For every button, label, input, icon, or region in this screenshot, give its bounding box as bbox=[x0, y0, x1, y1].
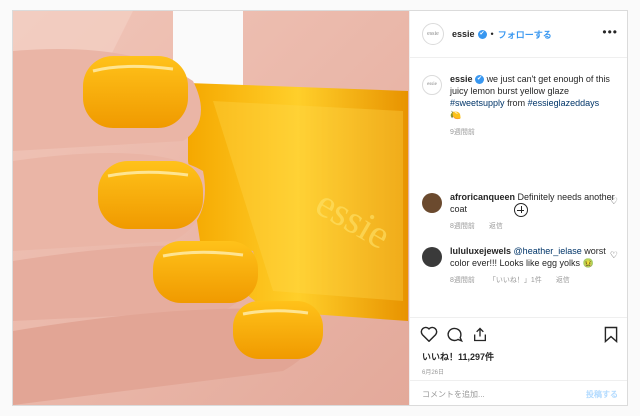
caption-time[interactable]: 9週間前 bbox=[450, 129, 475, 136]
add-comment-bar: コメントを追加... 投稿する bbox=[410, 380, 627, 405]
comment-bubble-icon[interactable] bbox=[446, 326, 463, 343]
commenter-avatar[interactable] bbox=[422, 247, 442, 267]
caption-avatar[interactable]: essie bbox=[422, 75, 442, 95]
share-icon[interactable] bbox=[472, 326, 488, 343]
lemon-emoji: 🍋 bbox=[450, 110, 462, 120]
post-actions: いいね！11,297件 6月26日 コメントを追加... 投稿する bbox=[410, 317, 627, 405]
sick-emoji: 🤢 bbox=[582, 258, 594, 268]
like-heart-icon[interactable] bbox=[420, 326, 438, 342]
comment-time[interactable]: 8週間前 bbox=[450, 223, 475, 230]
like-comment-heart-icon[interactable]: ♡ bbox=[610, 249, 618, 261]
nail-polish-photo: essie bbox=[13, 11, 409, 405]
profile-username[interactable]: essie bbox=[452, 29, 475, 39]
commenter-avatar[interactable] bbox=[422, 193, 442, 213]
avatar-logo-text: essie bbox=[427, 31, 439, 37]
separator-dot: • bbox=[490, 29, 494, 39]
post-sidebar: essie essie ✔ • フォローする ••• essie essie ✔… bbox=[409, 11, 627, 405]
post-comment-button[interactable]: 投稿する bbox=[586, 389, 618, 400]
comment-item: lululuxejewels @heather_ielase worst col… bbox=[422, 245, 622, 287]
comment-item: afroricanqueen Definitely needs another … bbox=[422, 191, 622, 233]
caption: essie essie ✔ we just can't get enough o… bbox=[422, 73, 622, 139]
reply-button[interactable]: 返信 bbox=[556, 277, 570, 284]
follow-button[interactable]: フォローする bbox=[498, 28, 552, 41]
instagram-post-card: essie essie essie ✔ • フォローする ••• essie e… bbox=[12, 10, 628, 406]
likes-count[interactable]: いいね！11,297件 bbox=[422, 350, 494, 363]
reply-button[interactable]: 返信 bbox=[489, 223, 503, 230]
verified-badge-icon: ✔ bbox=[477, 29, 487, 39]
caption-avatar-text: essie bbox=[427, 82, 437, 87]
caption-from: from bbox=[507, 98, 526, 108]
caption-username[interactable]: essie bbox=[450, 74, 473, 84]
bookmark-icon[interactable] bbox=[604, 326, 618, 343]
comment-username[interactable]: afroricanqueen bbox=[450, 192, 515, 202]
comment-likes[interactable]: 「いいね！」1件 bbox=[489, 277, 542, 284]
post-photo[interactable]: essie bbox=[13, 11, 409, 405]
comment-username[interactable]: lululuxejewels bbox=[450, 246, 511, 256]
more-options-icon[interactable]: ••• bbox=[602, 26, 618, 38]
verified-badge-icon: ✔ bbox=[475, 75, 485, 85]
hashtag-link[interactable]: #essieglazeddays bbox=[528, 98, 600, 108]
comment-time[interactable]: 8週間前 bbox=[450, 277, 475, 284]
add-comment-input[interactable]: コメントを追加... bbox=[422, 389, 485, 400]
caption-text: we just can't get enough of this juicy l… bbox=[450, 74, 610, 96]
post-date[interactable]: 6月26日 bbox=[422, 367, 444, 376]
hashtag-link[interactable]: #sweetsupply bbox=[450, 98, 505, 108]
mention-link[interactable]: @heather_ielase bbox=[514, 246, 582, 256]
comments-section: essie essie ✔ we just can't get enough o… bbox=[410, 57, 627, 317]
profile-avatar[interactable]: essie bbox=[422, 23, 444, 45]
post-header: essie essie ✔ • フォローする ••• bbox=[410, 11, 627, 58]
like-comment-heart-icon[interactable]: ♡ bbox=[610, 195, 618, 207]
